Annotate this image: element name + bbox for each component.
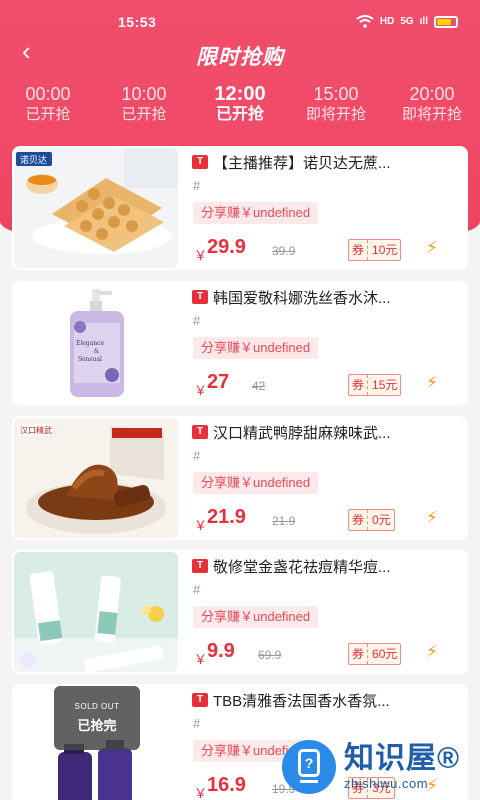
svg-text:诺贝达: 诺贝达 xyxy=(20,154,47,166)
sale-price: 21.9 xyxy=(207,506,246,528)
tab-status: 已开抢 xyxy=(215,106,264,123)
signal-icon: ıll xyxy=(419,16,428,27)
wm-stand xyxy=(300,779,318,783)
coupon-badge[interactable]: 券 15元 xyxy=(348,374,402,396)
sale-price: 29.9 xyxy=(207,236,246,258)
watermark-text: 知识屋® zhishiwu.com xyxy=(344,742,460,792)
coupon-label: 券 xyxy=(349,644,369,664)
coupon-badge[interactable]: 券 60元 xyxy=(348,643,402,665)
share-earn-badge[interactable]: 分享赚￥undefined xyxy=(193,472,319,494)
tmall-icon: T xyxy=(192,290,208,304)
tab-time: 00:00 xyxy=(25,84,71,104)
product-image xyxy=(14,552,178,672)
tab-1200[interactable]: 12:00 已开抢 xyxy=(192,84,288,125)
original-price: 21.9 xyxy=(272,514,296,528)
product-title: 敬修堂金盏花祛痘精华痘... xyxy=(213,559,391,576)
product-title: TBB清雅香法国香水香氛... xyxy=(213,693,390,710)
watermark-en: zhishiwu.com xyxy=(344,775,429,791)
question-icon: ? xyxy=(298,748,320,777)
coupon-value: 0元 xyxy=(372,513,391,527)
currency-symbol: ￥ xyxy=(194,383,208,398)
currency-symbol: ￥ xyxy=(194,248,208,263)
watermark-logo-icon: ? xyxy=(282,739,336,794)
share-earn-badge[interactable]: 分享赚￥undefined xyxy=(193,202,319,224)
product-title: 汉口精武鸭脖甜麻辣味武... xyxy=(213,425,391,442)
lightning-icon: ⚡ xyxy=(426,238,438,257)
tab-time: 15:00 xyxy=(313,84,359,104)
sale-price: 16.9 xyxy=(207,774,246,796)
tmall-icon: T xyxy=(192,693,208,707)
original-price: 42 xyxy=(252,379,266,393)
sale-price: 27 xyxy=(207,371,230,393)
product-image: SOLD OUT 已抢完 xyxy=(14,686,178,800)
coupon-label: 券 xyxy=(349,240,369,260)
sale-price: 9.9 xyxy=(207,640,235,662)
coupon-label: 券 xyxy=(349,375,369,395)
coupon-label: 券 xyxy=(349,510,369,530)
tab-2000[interactable]: 20:00 即将开抢 xyxy=(384,84,480,125)
network-icon: 5G xyxy=(400,16,414,27)
wifi-icon xyxy=(356,15,374,28)
product-hash: # xyxy=(193,716,201,731)
share-earn-badge[interactable]: 分享赚￥undefined xyxy=(193,337,319,359)
product-hash: # xyxy=(193,313,201,328)
svg-text:Sensual: Sensual xyxy=(78,356,102,363)
tab-0000[interactable]: 00:00 已开抢 xyxy=(0,84,96,125)
coupon-badge[interactable]: 券 10元 xyxy=(348,239,402,261)
status-icons: HD 5G ıll xyxy=(356,15,458,28)
tmall-icon: T xyxy=(192,155,208,169)
currency-symbol: ￥ xyxy=(194,786,208,800)
product-card[interactable]: T 敬修堂金盏花祛痘精华痘... # 分享赚￥undefined ￥ 9.9 6… xyxy=(12,550,468,674)
status-time: 15:53 xyxy=(118,14,157,30)
coupon-value: 15元 xyxy=(372,378,398,392)
lightning-icon: ⚡ xyxy=(426,373,438,392)
watermark-zh: 知识屋® xyxy=(344,741,461,775)
tmall-icon: T xyxy=(192,559,208,573)
coupon-value: 60元 xyxy=(372,647,398,661)
status-bar: 15:53 HD 5G ıll xyxy=(0,0,480,44)
product-hash: # xyxy=(193,178,201,193)
product-card[interactable]: 诺贝达 T 【主播推荐】诺贝达无蔗... # 分享赚￥undefined ￥ 2… xyxy=(12,146,468,270)
tab-time: 20:00 xyxy=(409,84,455,104)
sold-out-label: 已抢完 xyxy=(77,718,117,733)
coupon-value: 10元 xyxy=(372,243,398,257)
tab-status: 即将开抢 xyxy=(401,106,462,123)
watermark: ? 知识屋® zhishiwu.com xyxy=(282,733,480,800)
tab-status: 即将开抢 xyxy=(305,106,366,123)
product-image: 诺贝达 xyxy=(14,148,178,268)
original-price: 69.9 xyxy=(258,648,282,662)
tab-status: 已开抢 xyxy=(25,106,71,123)
svg-text:&: & xyxy=(94,348,100,355)
tab-time: 10:00 xyxy=(121,84,167,104)
tab-1500[interactable]: 15:00 即将开抢 xyxy=(288,84,384,125)
currency-symbol: ￥ xyxy=(194,652,208,667)
tmall-icon: T xyxy=(192,425,208,439)
coupon-badge[interactable]: 券 0元 xyxy=(348,509,395,531)
product-hash: # xyxy=(193,448,201,463)
tab-1000[interactable]: 10:00 已开抢 xyxy=(96,84,192,125)
lightning-icon: ⚡ xyxy=(426,508,438,527)
tab-time: 12:00 xyxy=(214,83,266,105)
battery-icon xyxy=(434,15,458,28)
page-title: 限时抢购 xyxy=(196,46,284,69)
product-image: 汉口精武 xyxy=(14,418,178,538)
product-title: 【主播推荐】诺贝达无蔗... xyxy=(213,155,391,172)
svg-text:汉口精武: 汉口精武 xyxy=(20,425,52,435)
currency-symbol: ￥ xyxy=(194,518,208,533)
product-card[interactable]: Elegance & Sensual T 韩国爱敬科娜洗丝香水沐... # 分享… xyxy=(12,281,468,405)
original-price: 39.9 xyxy=(272,244,296,258)
sold-out-overlay: SOLD OUT 已抢完 xyxy=(54,686,140,750)
share-earn-badge[interactable]: 分享赚￥undefined xyxy=(193,606,319,628)
product-title: 韩国爱敬科娜洗丝香水沐... xyxy=(213,290,391,307)
svg-text:Elegance: Elegance xyxy=(76,340,104,347)
time-tabs: 00:00 已开抢 10:00 已开抢 12:00 已开抢 15:00 即将开抢… xyxy=(0,84,480,128)
sold-out-en: SOLD OUT xyxy=(74,702,120,711)
product-hash: # xyxy=(193,582,201,597)
lightning-icon: ⚡ xyxy=(426,642,438,661)
tab-status: 已开抢 xyxy=(121,106,167,123)
product-card[interactable]: 汉口精武 T 汉口精武鸭脖甜麻辣味武... # 分享赚￥undefined ￥ … xyxy=(12,416,468,540)
hd-icon: HD xyxy=(379,16,395,27)
product-image: Elegance & Sensual xyxy=(14,283,178,403)
